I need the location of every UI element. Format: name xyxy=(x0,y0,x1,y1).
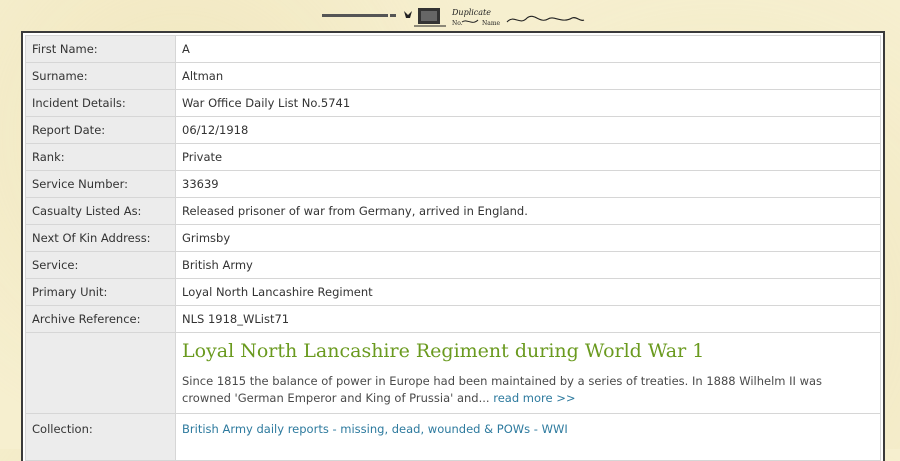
record-table: First Name: A Surname: Altman Incident D… xyxy=(25,35,881,461)
first-name-value: A xyxy=(175,35,881,63)
next-of-kin-label: Next Of Kin Address: xyxy=(25,224,176,252)
feature-title: Loyal North Lancashire Regiment during W… xyxy=(182,340,705,362)
regiment-feature: Loyal North Lancashire Regiment during W… xyxy=(175,332,881,414)
incident-details-value: War Office Daily List No.5741 xyxy=(175,89,881,117)
collection-value: British Army daily reports - missing, de… xyxy=(175,413,881,461)
collection-row: Collection: British Army daily reports -… xyxy=(25,413,881,461)
scanned-document-strip: Duplicate No. Name xyxy=(322,8,585,27)
rank-label: Rank: xyxy=(25,143,176,171)
incident-details-label: Incident Details: xyxy=(25,89,176,117)
surname-value: Altman xyxy=(175,62,881,90)
archive-reference-label: Archive Reference: xyxy=(25,305,176,333)
scan-duplicate-word: Duplicate xyxy=(451,8,491,17)
feature-label-cell xyxy=(25,332,176,414)
rank-value: Private xyxy=(175,143,881,171)
table-row: Next Of Kin Address: Grimsby xyxy=(25,224,881,252)
service-label: Service: xyxy=(25,251,176,279)
service-value: British Army xyxy=(175,251,881,279)
crest-icon xyxy=(404,11,412,18)
casualty-listed-value: Released prisoner of war from Germany, a… xyxy=(175,197,881,225)
table-row: Rank: Private xyxy=(25,143,881,171)
service-number-value: 33639 xyxy=(175,170,881,198)
report-date-label: Report Date: xyxy=(25,116,176,144)
regiment-feature-row: Loyal North Lancashire Regiment during W… xyxy=(25,332,881,414)
record-panel: First Name: A Surname: Altman Incident D… xyxy=(21,31,885,461)
table-row: Report Date: 06/12/1918 xyxy=(25,116,881,144)
table-row: Service: British Army xyxy=(25,251,881,279)
report-date-value: 06/12/1918 xyxy=(175,116,881,144)
table-row: Casualty Listed As: Released prisoner of… xyxy=(25,197,881,225)
table-row: Surname: Altman xyxy=(25,62,881,90)
feature-text: Since 1815 the balance of power in Europ… xyxy=(182,373,874,407)
scan-no-word: No. xyxy=(452,20,463,27)
primary-unit-value: Loyal North Lancashire Regiment xyxy=(175,278,881,306)
surname-label: Surname: xyxy=(25,62,176,90)
table-row: First Name: A xyxy=(25,35,881,63)
first-name-label: First Name: xyxy=(25,35,176,63)
scan-name-word: Name xyxy=(482,20,501,27)
collection-label: Collection: xyxy=(25,413,176,461)
table-row: Service Number: 33639 xyxy=(25,170,881,198)
table-row: Primary Unit: Loyal North Lancashire Reg… xyxy=(25,278,881,306)
casualty-listed-label: Casualty Listed As: xyxy=(25,197,176,225)
table-row: Incident Details: War Office Daily List … xyxy=(25,89,881,117)
collection-link[interactable]: British Army daily reports - missing, de… xyxy=(182,422,568,436)
archive-reference-value: NLS 1918_WList71 xyxy=(175,305,881,333)
table-row: Archive Reference: NLS 1918_WList71 xyxy=(25,305,881,333)
read-more-link[interactable]: read more >> xyxy=(493,391,575,405)
service-number-label: Service Number: xyxy=(25,170,176,198)
next-of-kin-value: Grimsby xyxy=(175,224,881,252)
scan-header: Duplicate No. Name xyxy=(0,0,900,30)
primary-unit-label: Primary Unit: xyxy=(25,278,176,306)
